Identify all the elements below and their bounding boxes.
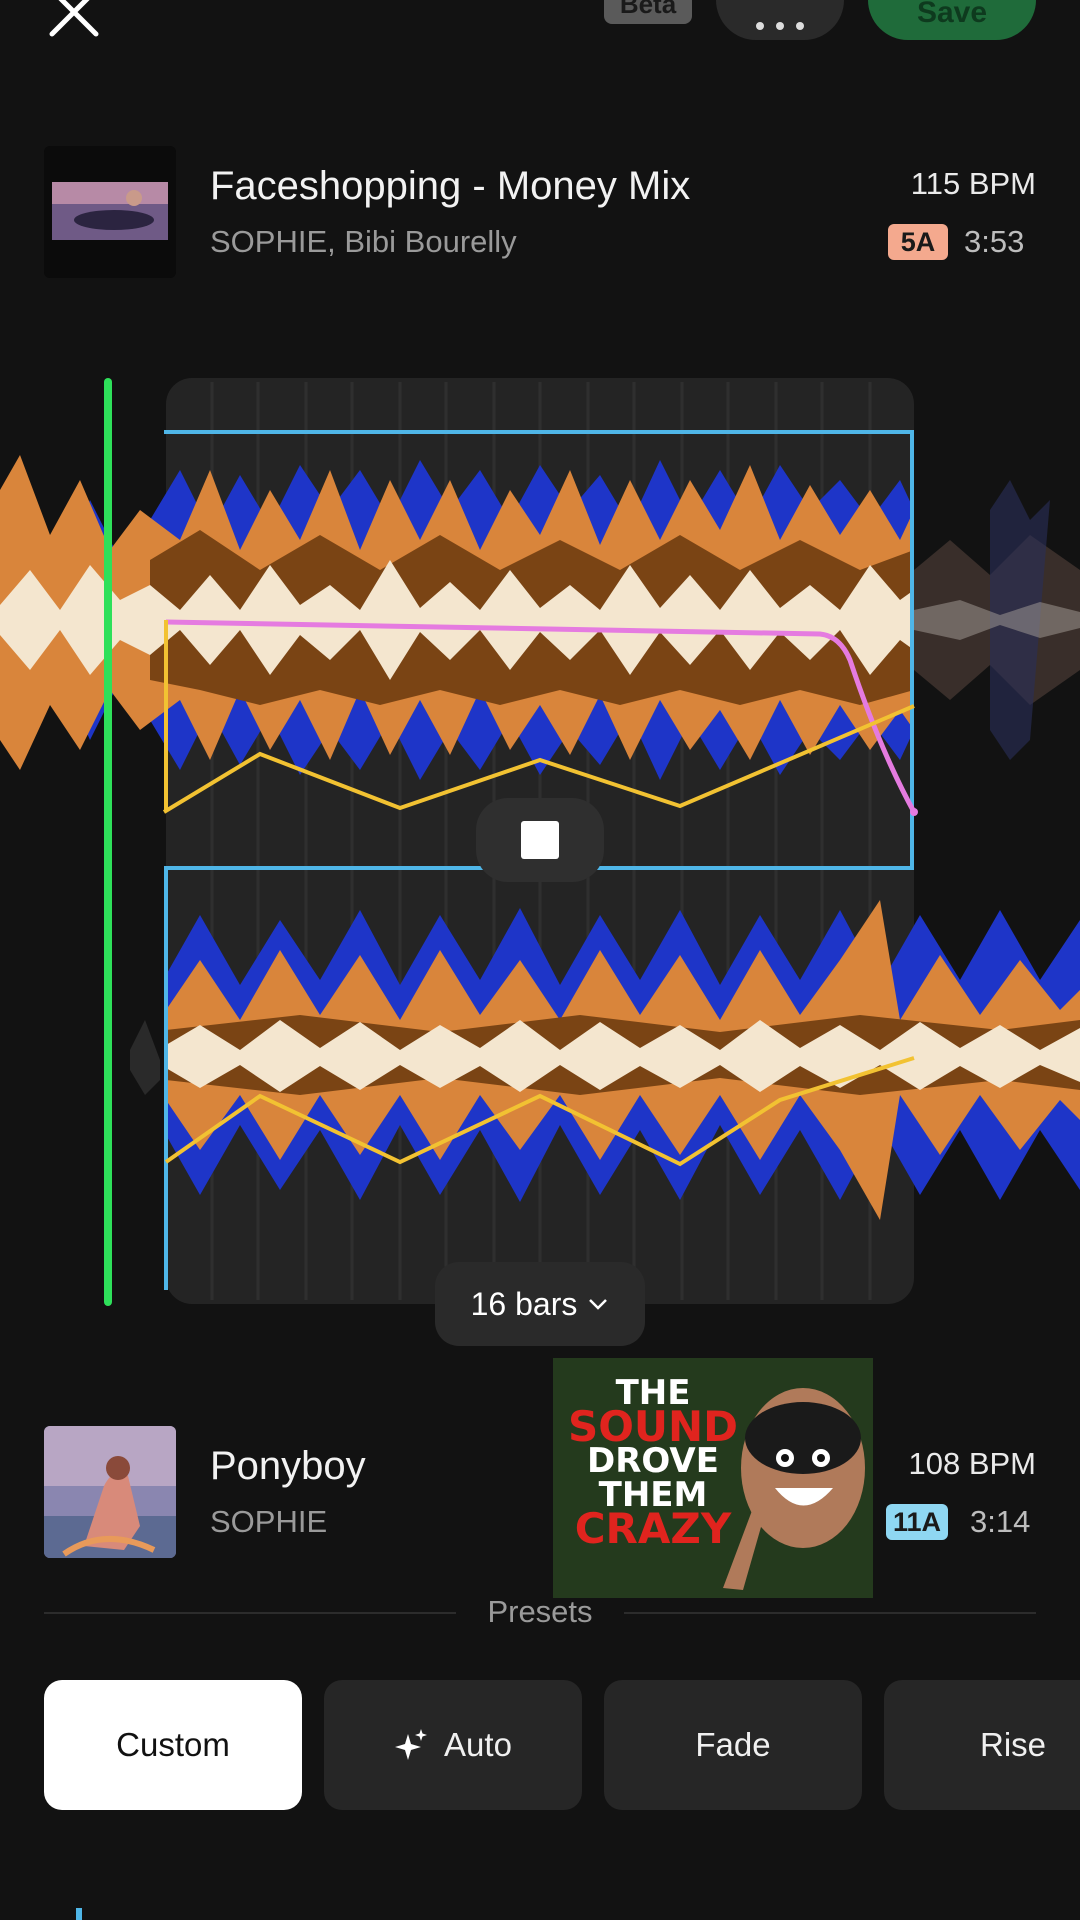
track-a-title: Faceshopping - Money Mix [210,164,691,208]
close-icon [49,0,99,37]
more-button[interactable] [716,0,844,40]
thumb-line-5: CRAZY [574,1504,732,1553]
chevron-down-icon [589,1299,608,1310]
stop-button[interactable] [476,798,604,882]
preset-custom-label: Custom [116,1726,230,1763]
bars-length-label: 16 bars [470,1285,578,1322]
track-a-cover [44,146,176,278]
track-b-artist: SOPHIE [210,1504,328,1539]
preset-fade-label: Fade [695,1726,771,1763]
sparkle-icon [395,1729,428,1760]
track-b-cover [44,1426,176,1558]
presets-divider-left [44,1612,456,1614]
track-a-duration: 3:53 [964,224,1025,259]
thumb-line-2: SOUND [567,1402,739,1451]
presets-divider-right [624,1612,1036,1614]
save-button[interactable]: Save [868,0,1036,40]
bars-length-dropdown[interactable]: 16 bars [435,1262,645,1346]
track-a-artist: SOPHIE, Bibi Bourelly [210,224,517,259]
track-b-key-badge: 11A [886,1504,948,1540]
presets-label: Presets [487,1594,593,1629]
track-a-key-badge: 5A [888,224,948,260]
close-button[interactable] [44,0,104,42]
preset-auto[interactable]: Auto [324,1680,582,1810]
stop-icon [521,821,559,859]
track-b-title: Ponyboy [210,1444,366,1488]
track-a-bpm: 115 BPM [910,166,1036,201]
bottom-tab-indicator [76,1908,82,1920]
track-b-duration: 3:14 [970,1504,1031,1539]
track-b-bpm: 108 BPM [908,1446,1036,1481]
preset-custom[interactable]: Custom [44,1680,302,1810]
beta-badge: Beta [604,0,692,24]
preset-auto-label: Auto [444,1726,512,1763]
more-icon [756,22,764,30]
preset-rise-label: Rise [980,1726,1047,1763]
preset-fade[interactable]: Fade [604,1680,862,1810]
track-b-waveform [130,900,1080,1220]
preset-rise[interactable]: Rise [884,1680,1080,1810]
video-thumbnail-overlay[interactable]: THE SOUND DROVE THEM CRAZY [553,1358,873,1598]
track-a-waveform [0,455,1080,780]
